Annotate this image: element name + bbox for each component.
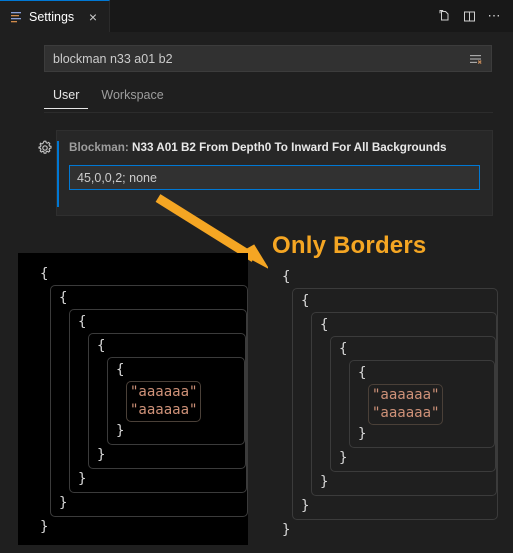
more-actions-icon[interactable]: ⋯ [484, 6, 504, 26]
string-block: "aaaaaa" "aaaaaa" [368, 384, 444, 425]
string-literal: "aaaaaa" [372, 405, 440, 421]
brace-open-2: { [320, 317, 329, 333]
block-depth-1: { { { { "aaaaaa" "aaaaaa" } } }} [292, 288, 498, 520]
setting-row: Blockman: N33 A01 B2 From Depth0 To Inwa… [56, 130, 493, 216]
block-depth-3: { { "aaaaaa" "aaaaaa" } } [330, 336, 496, 472]
tab-label: Settings [29, 9, 75, 24]
brace-open-2: { [78, 314, 87, 330]
brace-open-1: { [301, 293, 310, 309]
gear-icon[interactable] [36, 139, 54, 157]
brace-open-4: { [116, 362, 125, 378]
brace-close-2: } [320, 474, 329, 490]
brace-open-3: { [97, 338, 106, 354]
block-depth-2: { { { "aaaaaa" "aaaaaa" } } } [69, 309, 247, 493]
brace-open-0: { [40, 266, 49, 282]
setting-value-input[interactable]: 45,0,0,2; none [69, 165, 480, 190]
brace-close-2: } [78, 471, 87, 487]
block-depth-4: { "aaaaaa" "aaaaaa" } [349, 360, 495, 448]
settings-list-icon [10, 10, 23, 23]
string-literal: "aaaaaa" [130, 402, 198, 418]
editor-tab-bar: Settings × ⋯ [0, 0, 513, 32]
brace-open-4: { [358, 365, 367, 381]
brace-close-4: } [358, 426, 367, 442]
search-input[interactable]: blockman n33 a01 b2 [45, 52, 465, 66]
tab-settings[interactable]: Settings × [0, 0, 110, 32]
annotation-label: Only Borders [272, 232, 427, 259]
brace-close-1: } [59, 495, 68, 511]
brace-close-3: } [339, 450, 348, 466]
split-editor-copy-icon[interactable] [434, 6, 454, 26]
brace-close-4: } [116, 423, 125, 439]
brace-open-1: { [59, 290, 68, 306]
setting-category: Blockman: [69, 141, 129, 154]
tab-user[interactable]: User [44, 86, 89, 109]
brace-open-3: { [339, 341, 348, 357]
string-literal: "aaaaaa" [130, 384, 198, 400]
brace-close-3: } [97, 447, 106, 463]
string-literal: "aaaaaa" [372, 387, 440, 403]
block-depth-3: { { "aaaaaa" "aaaaaa" } } [88, 333, 246, 469]
clear-settings-search-icon[interactable] [465, 48, 487, 70]
settings-search-box[interactable]: blockman n33 a01 b2 [44, 45, 492, 72]
brace-close-0: } [282, 522, 291, 538]
after-panel: { { { { { "aaaaaa" "aaaaaa" } }}}} [268, 261, 498, 546]
tab-bar-actions: ⋯ [434, 0, 513, 32]
block-depth-2: { { { "aaaaaa" "aaaaaa" } } } [311, 312, 497, 496]
brace-open-0: { [282, 269, 291, 285]
string-block: "aaaaaa" "aaaaaa" [126, 381, 202, 422]
brace-close-0: } [40, 519, 49, 535]
setting-name: N33 A01 B2 From Depth0 To Inward For All… [132, 141, 447, 154]
setting-modified-indicator [57, 141, 59, 207]
brace-close-1: } [301, 498, 310, 514]
close-icon[interactable]: × [85, 9, 101, 25]
split-editor-right-icon[interactable] [459, 6, 479, 26]
tab-workspace[interactable]: Workspace [92, 86, 172, 109]
settings-scope-tabs: User Workspace [44, 86, 493, 113]
setting-title: Blockman: N33 A01 B2 From Depth0 To Inwa… [69, 141, 480, 154]
block-depth-4: { "aaaaaa" "aaaaaa" } [107, 357, 245, 445]
before-panel: { { { { { "aaaaaa" "aaaaaa" } }}}} [18, 253, 248, 545]
block-depth-1: { { { { "aaaaaa" "aaaaaa" } } }} [50, 285, 248, 517]
